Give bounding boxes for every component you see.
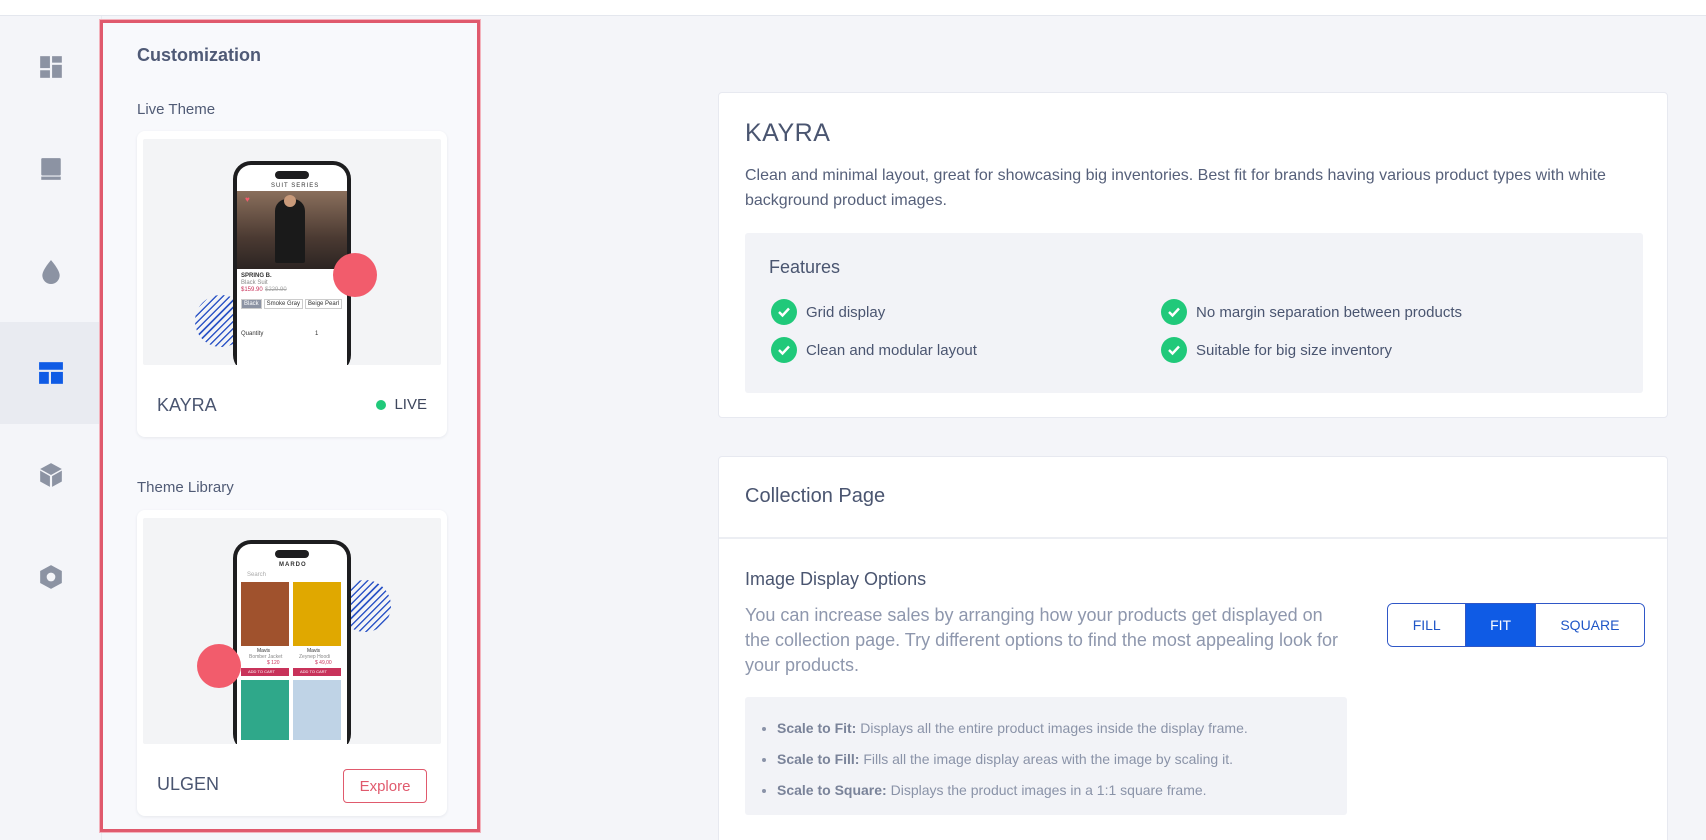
- product-thumb: [293, 680, 341, 740]
- divider: [719, 537, 1667, 539]
- check-icon: [1161, 337, 1187, 363]
- collection-page-card: Collection Page Image Display Options Yo…: [718, 456, 1668, 840]
- drop-icon: [42, 260, 60, 284]
- live-theme-card[interactable]: SUIT SERIES ♥ SPRING B. Black Suit $159.…: [137, 131, 447, 437]
- live-theme-name: KAYRA: [157, 395, 217, 415]
- cube-icon: [40, 463, 62, 487]
- features-box: Features Grid display No margin separati…: [745, 233, 1643, 393]
- feature-item: Clean and modular layout: [771, 337, 977, 363]
- library-theme-preview: MARDO Search Mavis Mavis Bomber Jacket Z…: [143, 518, 441, 744]
- theme-library-label: Theme Library: [137, 479, 234, 496]
- live-theme-label: Live Theme: [137, 101, 216, 118]
- book-icon: [41, 158, 61, 180]
- rail-settings[interactable]: [0, 526, 102, 628]
- product-thumb: [293, 582, 341, 646]
- feature-item: Suitable for big size inventory: [1161, 337, 1392, 363]
- live-dot-icon: [376, 399, 387, 410]
- dashboard-icon: [40, 56, 62, 78]
- list-item: Scale to Fit: Displays all the entire pr…: [777, 713, 1347, 744]
- panel-title: Customization: [137, 45, 261, 65]
- customization-panel: Customization Live Theme SUIT SERIES ♥ S…: [100, 20, 480, 832]
- fit-option-button[interactable]: FIT: [1465, 604, 1535, 646]
- image-display-options-description: You can increase sales by arranging how …: [745, 605, 1339, 675]
- check-icon: [771, 337, 797, 363]
- scale-options-list: Scale to Fit: Displays all the entire pr…: [745, 697, 1347, 815]
- rail-drop[interactable]: [0, 220, 102, 322]
- list-item: Scale to Fill: Fills all the image displ…: [777, 744, 1347, 775]
- list-item: Scale to Square: Displays the product im…: [777, 775, 1347, 806]
- theme-title: KAYRA: [745, 119, 831, 147]
- check-icon: [771, 299, 797, 325]
- rail-dashboard[interactable]: [0, 16, 102, 118]
- check-icon: [1161, 299, 1187, 325]
- collection-title: Collection Page: [745, 485, 886, 507]
- fill-option-button[interactable]: FILL: [1388, 604, 1466, 646]
- kayra-theme-card: KAYRA Clean and minimal layout, great fo…: [718, 92, 1668, 418]
- icon-sidebar: [0, 16, 102, 840]
- feature-item: Grid display: [771, 299, 885, 325]
- phone-mockup: MARDO Search Mavis Mavis Bomber Jacket Z…: [233, 540, 351, 744]
- rail-book[interactable]: [0, 118, 102, 220]
- product-thumb: [241, 680, 289, 740]
- image-display-options-title: Image Display Options: [745, 569, 927, 589]
- top-bar: [0, 0, 1706, 16]
- rail-layout[interactable]: [0, 322, 102, 424]
- product-thumb: [241, 582, 289, 646]
- live-theme-preview: SUIT SERIES ♥ SPRING B. Black Suit $159.…: [143, 139, 441, 365]
- image-display-toggle: FILL FIT SQUARE: [1387, 603, 1645, 647]
- hexagon-settings-icon: [40, 565, 62, 589]
- features-title: Features: [769, 257, 841, 277]
- theme-description: Clean and minimal layout, great for show…: [745, 167, 1606, 209]
- square-option-button[interactable]: SQUARE: [1534, 604, 1644, 646]
- explore-button[interactable]: Explore: [343, 769, 427, 803]
- library-theme-name: ULGEN: [157, 774, 220, 794]
- library-theme-card[interactable]: MARDO Search Mavis Mavis Bomber Jacket Z…: [137, 510, 447, 816]
- rail-cube[interactable]: [0, 424, 102, 526]
- phone-mockup: SUIT SERIES ♥ SPRING B. Black Suit $159.…: [233, 161, 351, 365]
- feature-item: No margin separation between products: [1161, 299, 1462, 325]
- layout-icon: [39, 362, 63, 384]
- product-image: ♥: [237, 191, 347, 269]
- live-status-badge: LIVE: [376, 396, 427, 413]
